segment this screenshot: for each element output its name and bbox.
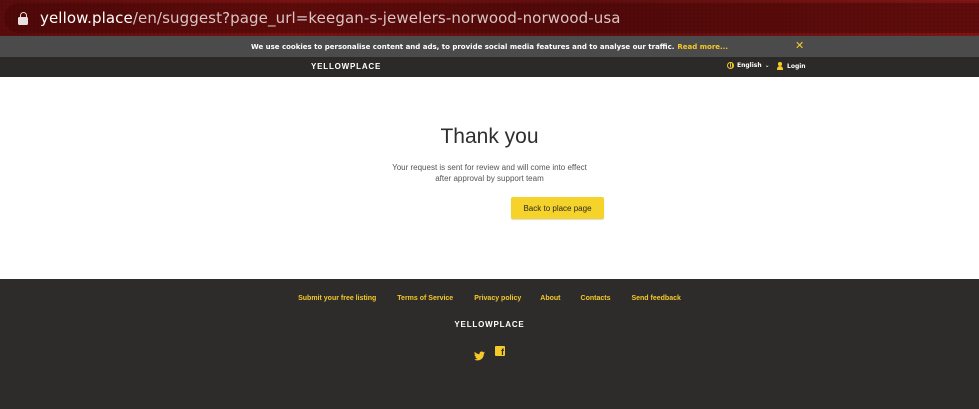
twitter-icon[interactable] bbox=[474, 346, 485, 365]
main-content: Thank you Your request is sent for revie… bbox=[0, 77, 979, 279]
footer-link-terms[interactable]: Terms of Service bbox=[397, 295, 453, 302]
url-field[interactable]: yellow.place/en/suggest?page_url=keegan-… bbox=[4, 3, 979, 33]
back-to-place-button[interactable]: Back to place page bbox=[511, 197, 604, 219]
footer-link-about[interactable]: About bbox=[540, 295, 560, 302]
lock-icon[interactable] bbox=[18, 11, 28, 25]
login-button[interactable]: Login bbox=[776, 62, 806, 70]
url-text[interactable]: yellow.place/en/suggest?page_url=keegan-… bbox=[40, 9, 621, 27]
user-icon bbox=[776, 62, 783, 70]
site-logo[interactable]: YELLOWPLACE bbox=[311, 62, 381, 71]
chevron-down-icon: ⌄ bbox=[764, 62, 770, 69]
cookie-read-more-link[interactable]: Read more... bbox=[677, 43, 728, 51]
url-host: yellow.place bbox=[40, 9, 133, 27]
footer-logo[interactable]: YELLOWPLACE bbox=[0, 320, 979, 329]
cookie-text: We use cookies to personalise content an… bbox=[250, 42, 675, 51]
message-line-1: Your request is sent for review and will… bbox=[392, 163, 587, 172]
footer-link-privacy[interactable]: Privacy policy bbox=[474, 295, 521, 302]
social-links bbox=[0, 346, 979, 365]
browser-address-bar: yellow.place/en/suggest?page_url=keegan-… bbox=[0, 0, 979, 36]
footer-link-feedback[interactable]: Send feedback bbox=[631, 295, 680, 302]
login-label: Login bbox=[787, 62, 806, 70]
facebook-icon[interactable] bbox=[495, 346, 505, 357]
footer-link-contacts[interactable]: Contacts bbox=[581, 295, 611, 302]
close-icon[interactable]: ✕ bbox=[795, 40, 804, 52]
site-header: YELLOWPLACE English ⌄ Login bbox=[0, 57, 979, 77]
language-selector[interactable]: English ⌄ bbox=[727, 62, 770, 69]
confirmation-message: Your request is sent for review and will… bbox=[0, 162, 979, 184]
footer-links: Submit your free listing Terms of Servic… bbox=[0, 295, 979, 302]
message-line-2: after approval by support team bbox=[435, 174, 544, 183]
language-label: English bbox=[737, 62, 762, 69]
page-title: Thank you bbox=[440, 125, 539, 148]
url-path: /en/suggest?page_url=keegan-s-jewelers-n… bbox=[132, 9, 621, 27]
footer-link-submit-listing[interactable]: Submit your free listing bbox=[298, 295, 376, 302]
globe-icon bbox=[727, 62, 734, 69]
site-footer: Submit your free listing Terms of Servic… bbox=[0, 279, 979, 409]
cookie-banner: We use cookies to personalise content an… bbox=[0, 36, 979, 57]
